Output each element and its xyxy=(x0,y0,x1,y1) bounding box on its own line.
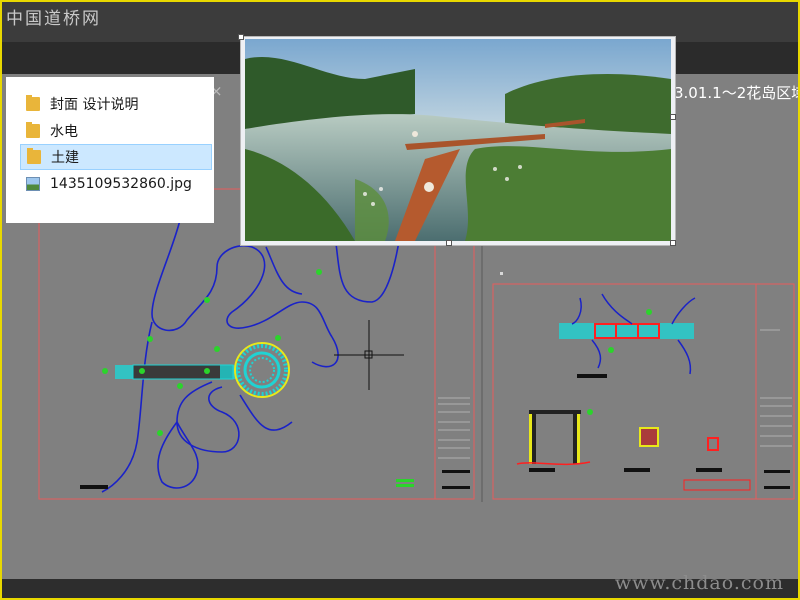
file-item-label: 水电 xyxy=(50,124,78,140)
file-item-label: 封面 设计说明 xyxy=(50,97,139,113)
resize-handle[interactable] xyxy=(238,34,244,40)
window-frame: 中国道桥网 3.01.1～2花岛区域 × 封面 设计说明 水电 土建 14351… xyxy=(0,0,800,600)
watermark-top: 中国道桥网 xyxy=(6,9,101,29)
resize-handle[interactable] xyxy=(670,114,676,120)
image-preview[interactable] xyxy=(238,34,676,246)
resize-handle[interactable] xyxy=(446,240,452,246)
bridge-deck xyxy=(132,364,234,380)
left-title-block xyxy=(438,397,470,459)
file-list-panel: 封面 设计说明 水电 土建 1435109532860.jpg xyxy=(6,77,214,223)
watermark-bottom: www.chdao.com xyxy=(614,572,784,594)
plant-labels xyxy=(102,269,322,436)
file-item-civil[interactable]: 土建 xyxy=(20,144,212,170)
gate-elevation xyxy=(516,410,591,466)
landscape-rendering xyxy=(245,39,671,241)
circular-plaza xyxy=(234,342,290,398)
file-item-image[interactable]: 1435109532860.jpg xyxy=(20,171,212,197)
file-item-water-electric[interactable]: 水电 xyxy=(20,118,212,144)
right-title-block xyxy=(760,329,792,447)
resize-handle[interactable] xyxy=(670,240,676,246)
folder-icon xyxy=(27,148,41,164)
bridge-elevation xyxy=(559,323,694,339)
file-item-label: 1435109532860.jpg xyxy=(50,176,192,192)
crosshair-cursor xyxy=(334,320,404,390)
file-item-cover[interactable]: 封面 设计说明 xyxy=(20,91,212,117)
right-sheet-border xyxy=(492,283,795,500)
image-file-icon xyxy=(26,177,40,191)
file-item-label: 土建 xyxy=(51,150,79,166)
folder-icon xyxy=(26,95,40,111)
drawing-title: 3.01.1～2花岛区域 xyxy=(674,84,800,102)
folder-icon xyxy=(26,122,40,138)
bridge-end-left xyxy=(115,365,133,379)
